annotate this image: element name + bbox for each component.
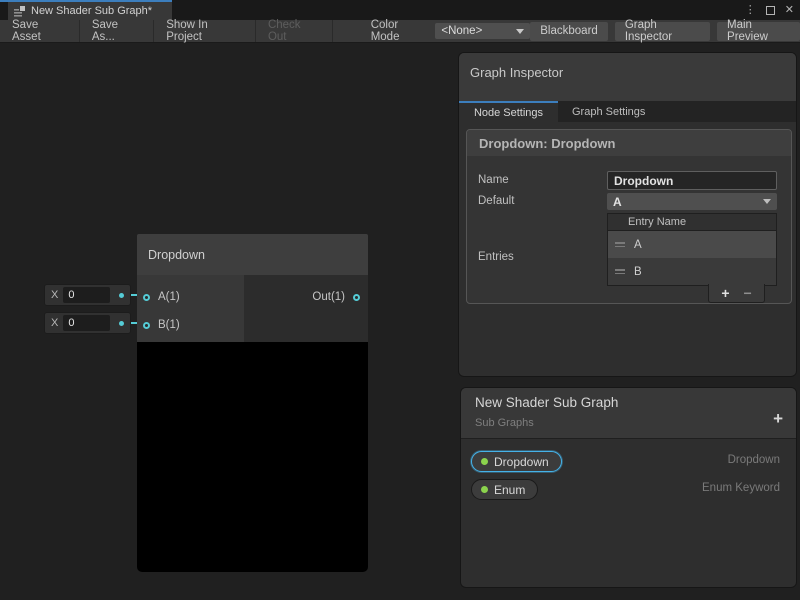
slot-input-b-connector-dot — [119, 321, 124, 326]
color-mode-dropdown[interactable]: <None> — [435, 23, 530, 39]
node-preview-area — [137, 342, 368, 572]
entry-row-a[interactable]: A — [608, 231, 776, 258]
default-dropdown[interactable]: A — [607, 193, 777, 210]
color-mode-value: <None> — [441, 25, 482, 37]
close-icon[interactable]: ✕ — [785, 0, 794, 20]
subgraph-icon — [13, 5, 26, 18]
chevron-down-icon — [516, 29, 524, 34]
tab-graph-settings[interactable]: Graph Settings — [558, 101, 659, 122]
enum-property-pill[interactable]: Enum — [471, 479, 538, 500]
save-asset-button[interactable]: Save Asset — [0, 20, 80, 42]
default-label: Default — [478, 195, 514, 207]
enum-property-label: Enum — [494, 483, 525, 497]
entries-table-header: Entry Name — [608, 214, 776, 231]
add-entry-button[interactable]: + — [721, 286, 729, 300]
enum-property-type: Enum Keyword — [702, 482, 780, 494]
keyword-dot-icon — [481, 486, 488, 493]
document-tab-title: New Shader Sub Graph* — [31, 5, 152, 17]
show-in-project-button[interactable]: Show In Project — [154, 20, 256, 42]
dropdown-property-type: Dropdown — [728, 454, 780, 466]
node-output-column: Out(1) — [244, 275, 368, 342]
graph-inspector-toggle-button[interactable]: Graph Inspector — [615, 22, 710, 41]
tab-node-settings[interactable]: Node Settings — [459, 101, 558, 122]
window-title-bar: New Shader Sub Graph* ⋮ ✕ — [0, 0, 800, 20]
entry-row-a-name: A — [634, 239, 642, 251]
section-title: Dropdown: Dropdown — [467, 130, 791, 156]
dropdown-property-label: Dropdown — [494, 455, 549, 469]
dropdown-node[interactable]: Dropdown A(1) B(1) Out(1) — [137, 234, 368, 572]
dropdown-property-pill[interactable]: Dropdown — [471, 451, 562, 472]
color-mode-label: Color Mode — [363, 20, 436, 42]
default-dropdown-value: A — [613, 195, 622, 209]
graph-inspector-title: Graph Inspector — [470, 65, 563, 80]
slot-input-a-value-field[interactable]: 0 — [63, 287, 110, 303]
entries-table: Entry Name A B — [607, 213, 777, 286]
graph-toolbar: Save Asset Save As... Show In Project Ch… — [0, 20, 800, 43]
node-input-column: A(1) B(1) — [137, 275, 244, 342]
drag-handle-icon[interactable] — [615, 242, 625, 247]
maximize-icon[interactable] — [766, 6, 775, 15]
slot-input-b-axis-label: X — [51, 317, 58, 329]
dropdown-node-title[interactable]: Dropdown — [137, 234, 368, 275]
chevron-down-icon — [763, 199, 771, 204]
input-port-a[interactable] — [143, 294, 150, 301]
check-out-button: Check Out — [256, 20, 333, 42]
name-label: Name — [478, 174, 509, 186]
inspector-tab-bar: Node Settings Graph Settings — [459, 101, 796, 122]
inspector-content: Dropdown: Dropdown Name Dropdown Default… — [459, 122, 796, 377]
graph-inspector-panel: Graph Inspector Node Settings Graph Sett… — [458, 52, 797, 377]
dropdown-node-body: A(1) B(1) Out(1) — [137, 275, 368, 342]
blackboard-row-enum: Enum Enum Keyword — [461, 479, 796, 503]
window-menu-icon[interactable]: ⋮ — [745, 0, 756, 20]
entries-label: Entries — [478, 251, 514, 263]
slot-input-a-connector-dot — [119, 293, 124, 298]
slot-input-b-value-field[interactable]: 0 — [63, 315, 110, 331]
name-field[interactable]: Dropdown — [607, 171, 777, 190]
slot-input-a-widget[interactable]: X 0 — [44, 284, 131, 306]
blackboard-row-dropdown: Dropdown Dropdown — [461, 451, 796, 475]
blackboard-panel: New Shader Sub Graph Sub Graphs + Dropdo… — [460, 387, 797, 588]
entry-row-b-name: B — [634, 266, 642, 278]
drag-handle-icon[interactable] — [615, 269, 625, 274]
blackboard-toggle-button[interactable]: Blackboard — [530, 22, 608, 41]
input-port-a-label: A(1) — [158, 291, 180, 303]
slot-input-b-widget[interactable]: X 0 — [44, 312, 131, 334]
output-port-out[interactable] — [353, 294, 360, 301]
entry-row-b[interactable]: B — [608, 258, 776, 285]
add-property-button[interactable]: + — [773, 410, 783, 427]
blackboard-subtitle: Sub Graphs — [475, 417, 534, 429]
blackboard-title: New Shader Sub Graph — [475, 395, 618, 410]
save-as-button[interactable]: Save As... — [80, 20, 154, 42]
main-preview-toggle-button[interactable]: Main Preview — [717, 22, 800, 41]
entries-list-footer: + − — [708, 284, 765, 303]
graph-inspector-header[interactable]: Graph Inspector — [459, 53, 796, 101]
remove-entry-button[interactable]: − — [744, 286, 752, 300]
slot-input-a-axis-label: X — [51, 289, 58, 301]
document-tab[interactable]: New Shader Sub Graph* — [8, 2, 172, 20]
output-port-label: Out(1) — [312, 291, 345, 303]
input-port-b[interactable] — [143, 322, 150, 329]
input-port-b-label: B(1) — [158, 319, 180, 331]
blackboard-header[interactable]: New Shader Sub Graph Sub Graphs + — [461, 388, 796, 439]
dropdown-settings-section: Dropdown: Dropdown Name Dropdown Default… — [466, 129, 792, 304]
keyword-dot-icon — [481, 458, 488, 465]
